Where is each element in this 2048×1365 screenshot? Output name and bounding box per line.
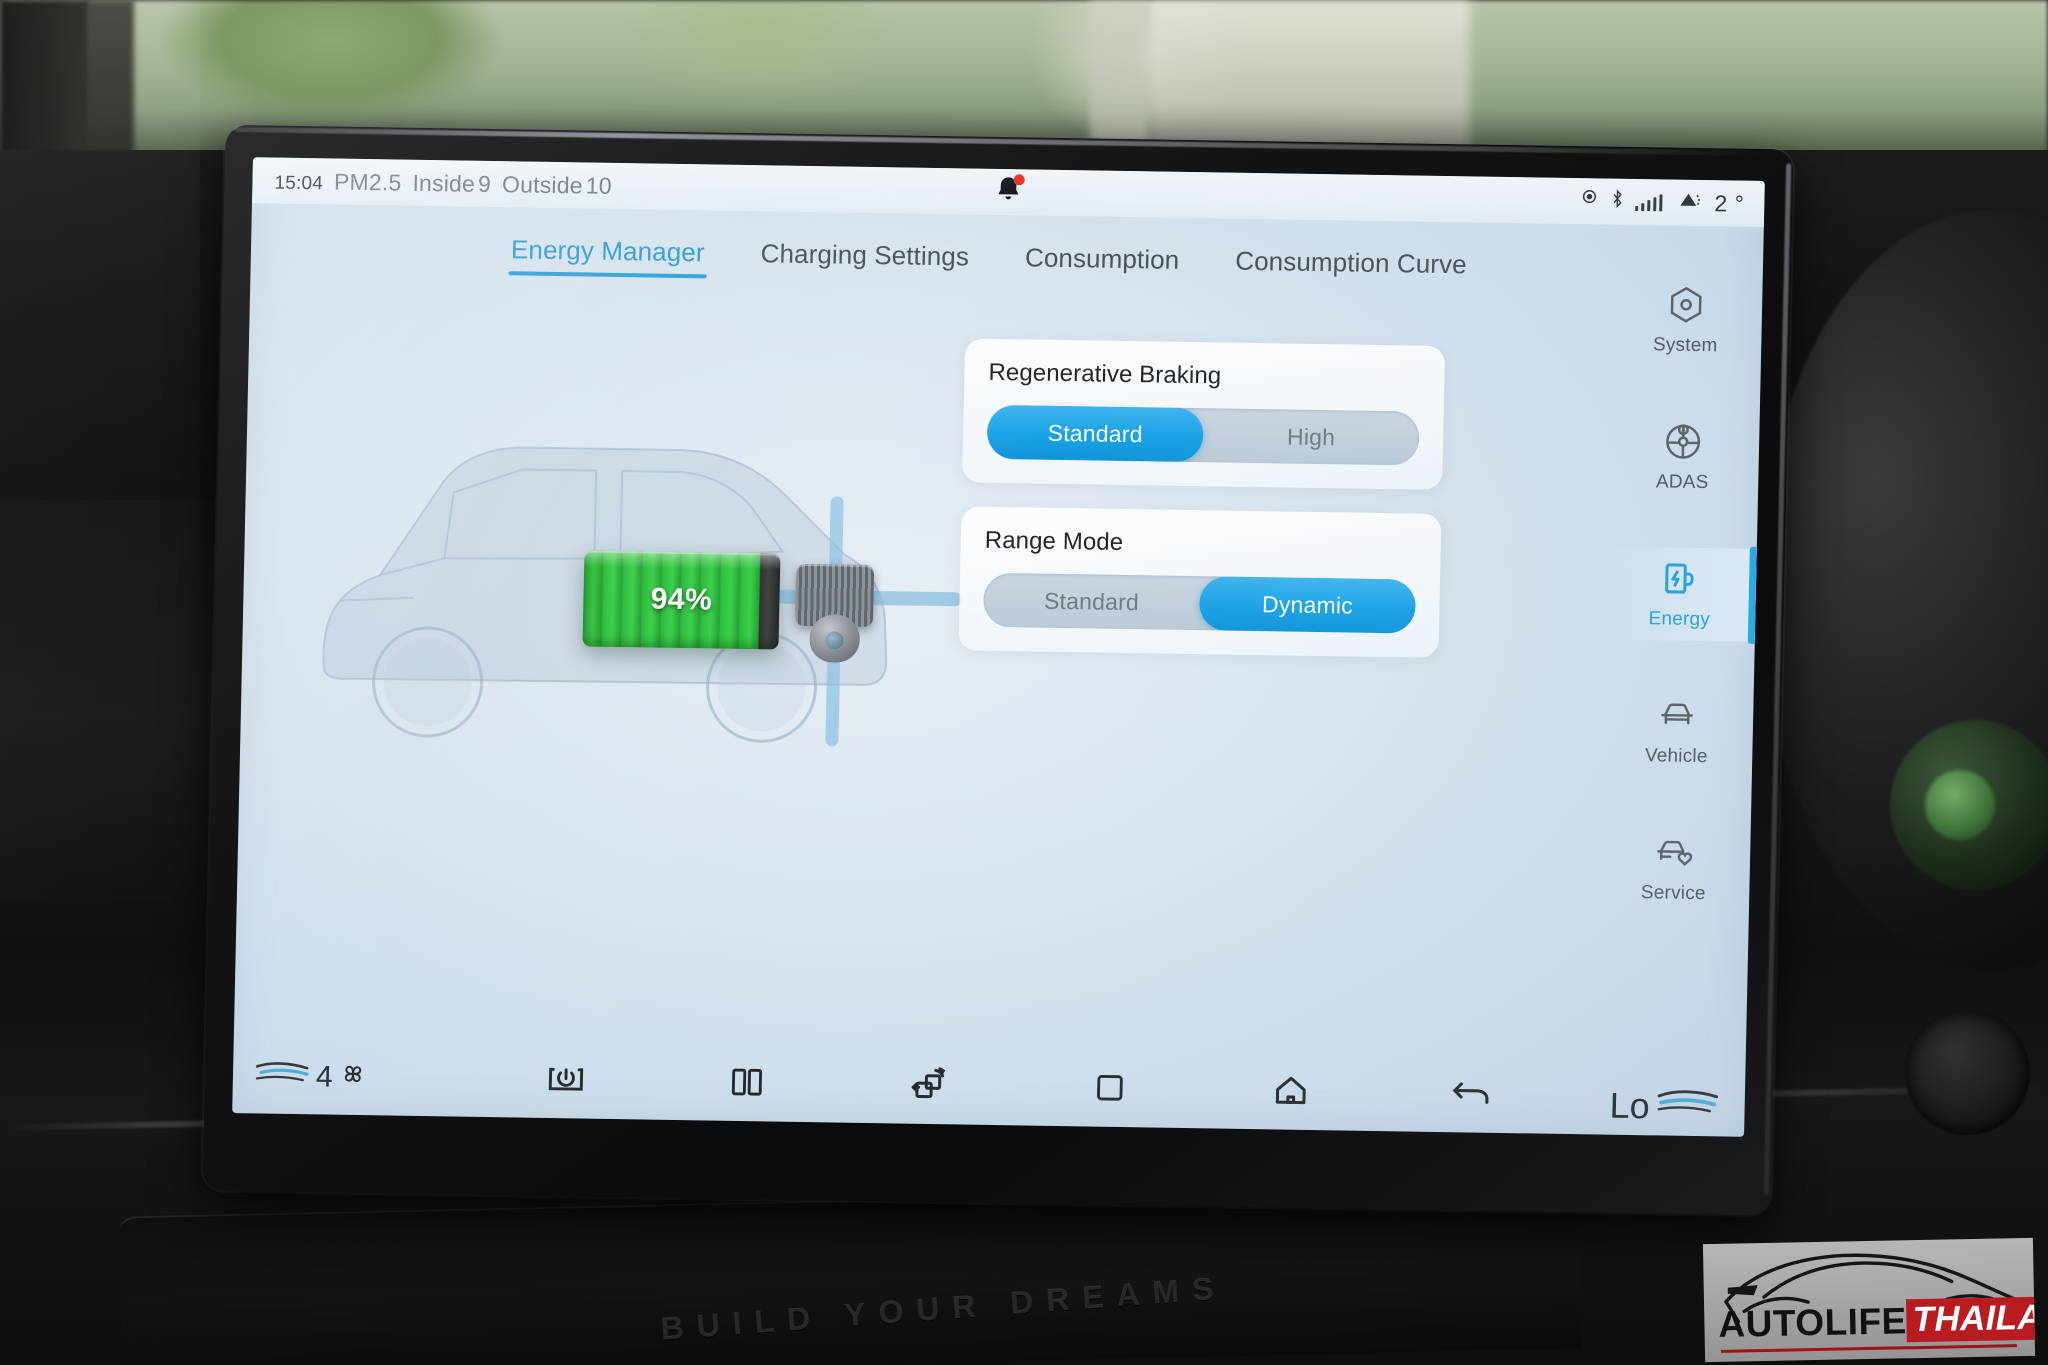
airflow-icon (1656, 1084, 1719, 1128)
outside-label: Outside (501, 170, 584, 198)
status-bar-left: 15:04 PM2.5 Inside 9 Outside 10 (274, 167, 612, 199)
windshield-left-shade (0, 0, 90, 175)
range-option-dynamic[interactable]: Dynamic (1199, 576, 1416, 633)
sidebar-item-adas[interactable]: A ADAS (1606, 410, 1760, 505)
sidebar-item-system[interactable]: System (1609, 273, 1763, 368)
sidebar-label-vehicle: Vehicle (1644, 745, 1708, 768)
regenerative-braking-title: Regenerative Braking (988, 358, 1222, 390)
watermark-text-row: AUTOLIFE THAILAND.TV (1718, 1294, 2036, 1345)
charging-station-icon (1659, 557, 1702, 600)
passenger-climate-control[interactable]: Lo (1609, 1084, 1719, 1129)
outside-air-group: Outside 10 (502, 171, 612, 200)
inside-air-group: Inside 9 (412, 169, 491, 197)
split-screen-icon (728, 1062, 767, 1106)
car-front-icon (1656, 694, 1699, 737)
watermark: AUTOLIFE THAILAND.TV (1702, 1237, 2036, 1363)
regenerative-braking-segmented-control[interactable]: Standard High (986, 404, 1420, 466)
recent-apps-button[interactable] (905, 1064, 952, 1111)
back-button[interactable] (1448, 1072, 1495, 1119)
watermark-domain: THAILAND.TV (1906, 1294, 2036, 1343)
navigation-icon-row (542, 1058, 1495, 1119)
sidebar-label-energy: Energy (1648, 608, 1711, 631)
range-mode-card: Range Mode Standard Dynamic (958, 506, 1442, 658)
exterior-temp-value: 2 ° (1714, 189, 1745, 217)
notification-area[interactable] (991, 173, 1026, 208)
infotainment-display-unit: 15:04 PM2.5 Inside 9 Outside 10 2 ° Ener… (202, 124, 1794, 1216)
range-option-standard[interactable]: Standard (983, 573, 1200, 630)
exterior-temp-icon (1678, 190, 1705, 216)
steering-wheel-icon: A (1662, 420, 1705, 463)
battery-percent-label: 94% (650, 582, 713, 617)
sidebar-item-service[interactable]: Service (1597, 820, 1751, 915)
sidebar-label-service: Service (1640, 882, 1706, 905)
split-screen-button[interactable] (724, 1061, 771, 1108)
home-icon (1270, 1071, 1311, 1115)
tab-charging-settings[interactable]: Charging Settings (758, 236, 971, 284)
pm25-label: PM2.5 (333, 168, 402, 196)
watermark-underline (1720, 1344, 2017, 1353)
range-mode-segmented-control[interactable]: Standard Dynamic (982, 572, 1417, 634)
sidebar-label-system: System (1652, 334, 1718, 357)
regen-option-standard[interactable]: Standard (987, 405, 1204, 462)
home-button[interactable] (1267, 1069, 1314, 1116)
power-screen-icon (544, 1058, 587, 1104)
lcd-screen: 15:04 PM2.5 Inside 9 Outside 10 2 ° Ener… (232, 157, 1765, 1137)
square-icon (1091, 1069, 1128, 1111)
tab-energy-manager[interactable]: Energy Manager (508, 232, 707, 280)
tab-consumption[interactable]: Consumption (1022, 240, 1181, 287)
steering-wheel-badge (1925, 770, 1995, 840)
outside-value: 10 (585, 171, 613, 199)
air-vent (1905, 1010, 2030, 1135)
regen-option-high[interactable]: High (1203, 408, 1420, 465)
driver-fan-control[interactable]: 4 (255, 1057, 369, 1097)
signal-bars-icon (1634, 193, 1663, 211)
fan-speed-value: 4 (315, 1060, 334, 1094)
range-mode-title: Range Mode (984, 526, 1124, 556)
passenger-temp-value: Lo (1609, 1084, 1651, 1126)
inside-value: 9 (477, 170, 492, 197)
battery-pack-indicator: 94% (582, 550, 781, 650)
screen-off-button[interactable] (542, 1058, 589, 1105)
sidebar-label-adas: ADAS (1655, 471, 1709, 494)
tab-consumption-curve[interactable]: Consumption Curve (1233, 243, 1469, 292)
right-sidebar: System A ADAS Energy Vehicle Service (1594, 225, 1764, 1045)
location-pin-icon (1579, 188, 1600, 214)
pm25-group: PM2.5 (334, 168, 402, 196)
tab-bar: Energy Manager Charging Settings Consump… (250, 219, 1541, 301)
regenerative-braking-card: Regenerative Braking Standard High (962, 338, 1446, 490)
status-time: 15:04 (274, 172, 324, 194)
a-pillar-left (86, 0, 134, 175)
car-heart-icon (1653, 831, 1696, 874)
watermark-brand: AUTOLIFE (1718, 1299, 1908, 1345)
energy-flow-diagram: 94% (279, 368, 962, 798)
bluetooth-icon (1609, 189, 1626, 215)
sidebar-item-energy[interactable]: Energy (1602, 546, 1757, 642)
inside-label: Inside (412, 169, 476, 197)
bell-icon[interactable] (991, 173, 1026, 208)
app-drawer-button[interactable] (1086, 1066, 1133, 1113)
swap-apps-icon (908, 1064, 949, 1110)
hex-gear-icon (1665, 283, 1708, 326)
back-arrow-icon (1450, 1076, 1493, 1116)
sidebar-item-vehicle[interactable]: Vehicle (1600, 683, 1754, 778)
dashboard-trim-panel (118, 1183, 1582, 1365)
airflow-icon (255, 1057, 312, 1096)
settings-cards: Regenerative Braking Standard High Range… (958, 338, 1446, 681)
fan-icon (337, 1059, 368, 1097)
status-bar-right: 2 ° (1579, 188, 1745, 218)
